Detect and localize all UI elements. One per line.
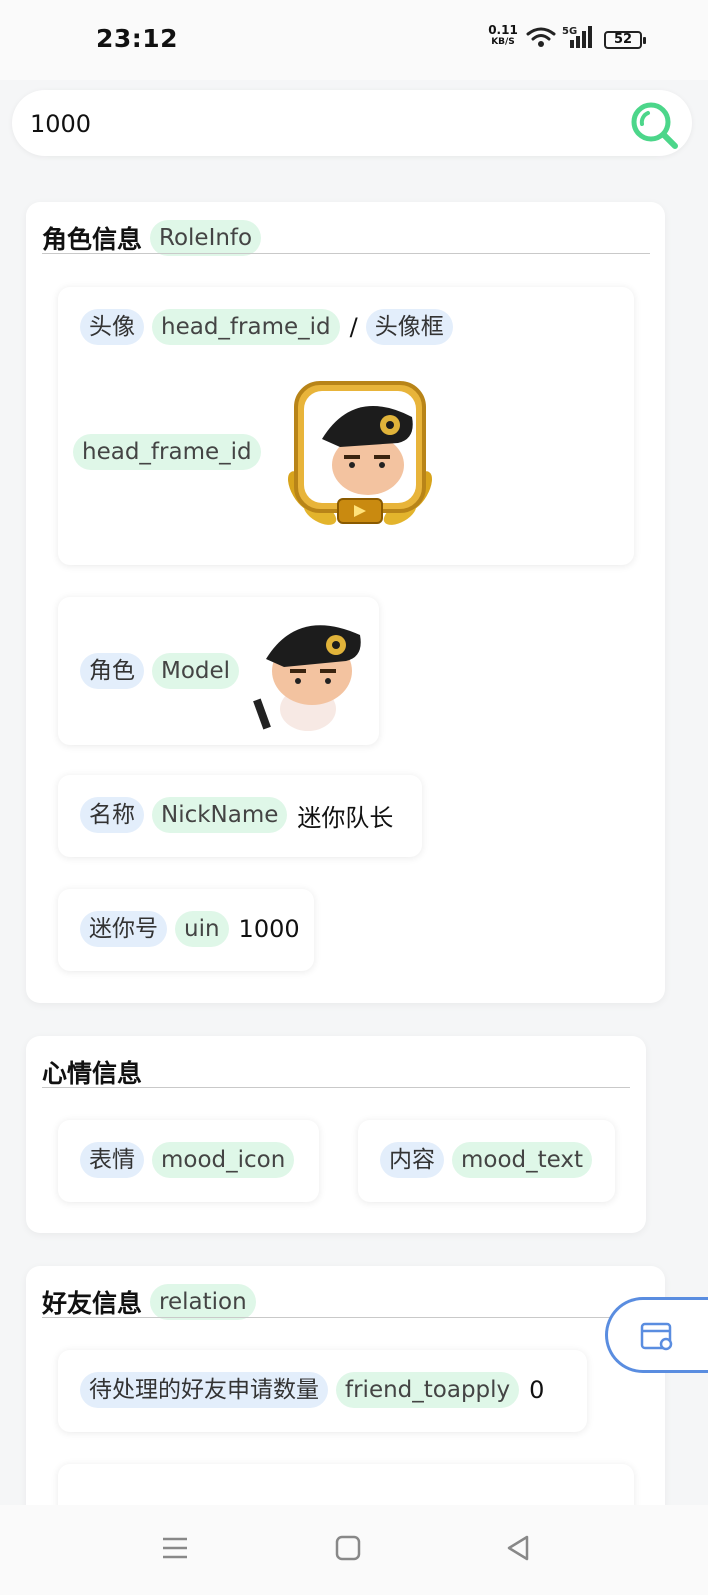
field-label-tag: 表情 [80,1142,144,1178]
field-key-tag: head_frame_id [73,434,261,470]
field-label-tag: 名称 [80,797,144,833]
head-frame-avatar [288,381,432,525]
field-key-tag: Model [152,653,240,689]
head-frame-header: 头像 head_frame_id / 头像框 [80,309,453,345]
field-label-tag: 待处理的好友申请数量 [80,1372,328,1408]
friend-toapply-card: 待处理的好友申请数量 friend_toapply 0 [58,1350,587,1432]
field-key-tag: head_frame_id [152,309,340,345]
section-title: 角色信息 [42,225,143,254]
section-title: 好友信息 [42,1289,143,1318]
search-bar [12,90,692,156]
mood-info-header: 心情信息 [42,1054,142,1090]
separator-text: / [349,313,358,341]
status-bar: 23:12 0.11 KB/S 5G 52 [0,0,708,80]
nickname-card: 名称 NickName 迷你队长 [58,775,422,857]
uin-row: 迷你号 uin 1000 [80,911,300,947]
card-icon [640,1322,673,1351]
friend-toapply-row: 待处理的好友申请数量 friend_toapply 0 [80,1372,544,1408]
mood-icon-row: 表情 mood_icon [80,1142,295,1178]
signal-5g-icon: 5G [562,26,592,48]
field-value: 迷你队长 [297,803,394,832]
net-speed: 0.11 KB/S [488,24,518,48]
head-frame-row: head_frame_id [73,434,261,470]
section-title: 心情信息 [42,1059,143,1088]
field-key-tag: NickName [152,797,288,833]
battery-icon: 52 [604,31,646,49]
floating-card-button[interactable] [605,1297,708,1373]
search-input[interactable] [28,104,592,144]
mood-info-card: 心情信息 表情 mood_icon 内容 mood_text [26,1036,646,1233]
divider [42,1087,630,1088]
back-icon[interactable] [505,1535,531,1561]
field-label-tag: 头像 [80,309,144,345]
field-label-tag: 头像框 [365,309,453,345]
friend-info-card: 好友信息 relation 待处理的好友申请数量 friend_toapply … [26,1266,665,1546]
role-info-card: 角色信息 RoleInfo 头像 head_frame_id / 头像框 hea… [26,202,665,1003]
divider [42,253,650,254]
divider [42,1317,650,1318]
net-speed-unit: KB/S [491,37,515,47]
field-key-tag: friend_toapply [336,1372,520,1408]
section-key-tag: RoleInfo [150,220,262,256]
mood-text-card: 内容 mood_text [358,1120,615,1202]
role-model-image [253,625,361,731]
field-label-tag: 角色 [80,653,144,689]
status-time: 23:12 [96,24,179,53]
net-speed-value: 0.11 [488,23,518,37]
role-info-header: 角色信息 RoleInfo [42,220,262,256]
menu-icon[interactable] [162,1535,188,1561]
friend-info-header: 好友信息 relation [42,1284,256,1320]
model-row: 角色 Model [80,653,240,689]
field-value: 1000 [238,915,300,943]
network-type: 5G [562,26,577,37]
wifi-icon [526,27,556,47]
uin-card: 迷你号 uin 1000 [58,889,314,971]
mood-icon-card: 表情 mood_icon [58,1120,319,1202]
head-frame-card: 头像 head_frame_id / 头像框 head_frame_id [58,287,634,565]
mood-text-row: 内容 mood_text [380,1142,593,1178]
home-icon[interactable] [335,1535,361,1561]
field-key-tag: uin [175,911,229,947]
search-icon[interactable] [628,98,680,150]
field-value: 0 [529,1376,545,1404]
section-key-tag: relation [150,1284,256,1320]
field-key-tag: mood_text [452,1142,593,1178]
field-key-tag: mood_icon [152,1142,295,1178]
model-card: 角色 Model [58,597,379,745]
field-label-tag: 内容 [380,1142,444,1178]
nickname-row: 名称 NickName 迷你队长 [80,797,393,833]
navigation-bar [0,1505,708,1595]
field-label-tag: 迷你号 [80,911,167,947]
